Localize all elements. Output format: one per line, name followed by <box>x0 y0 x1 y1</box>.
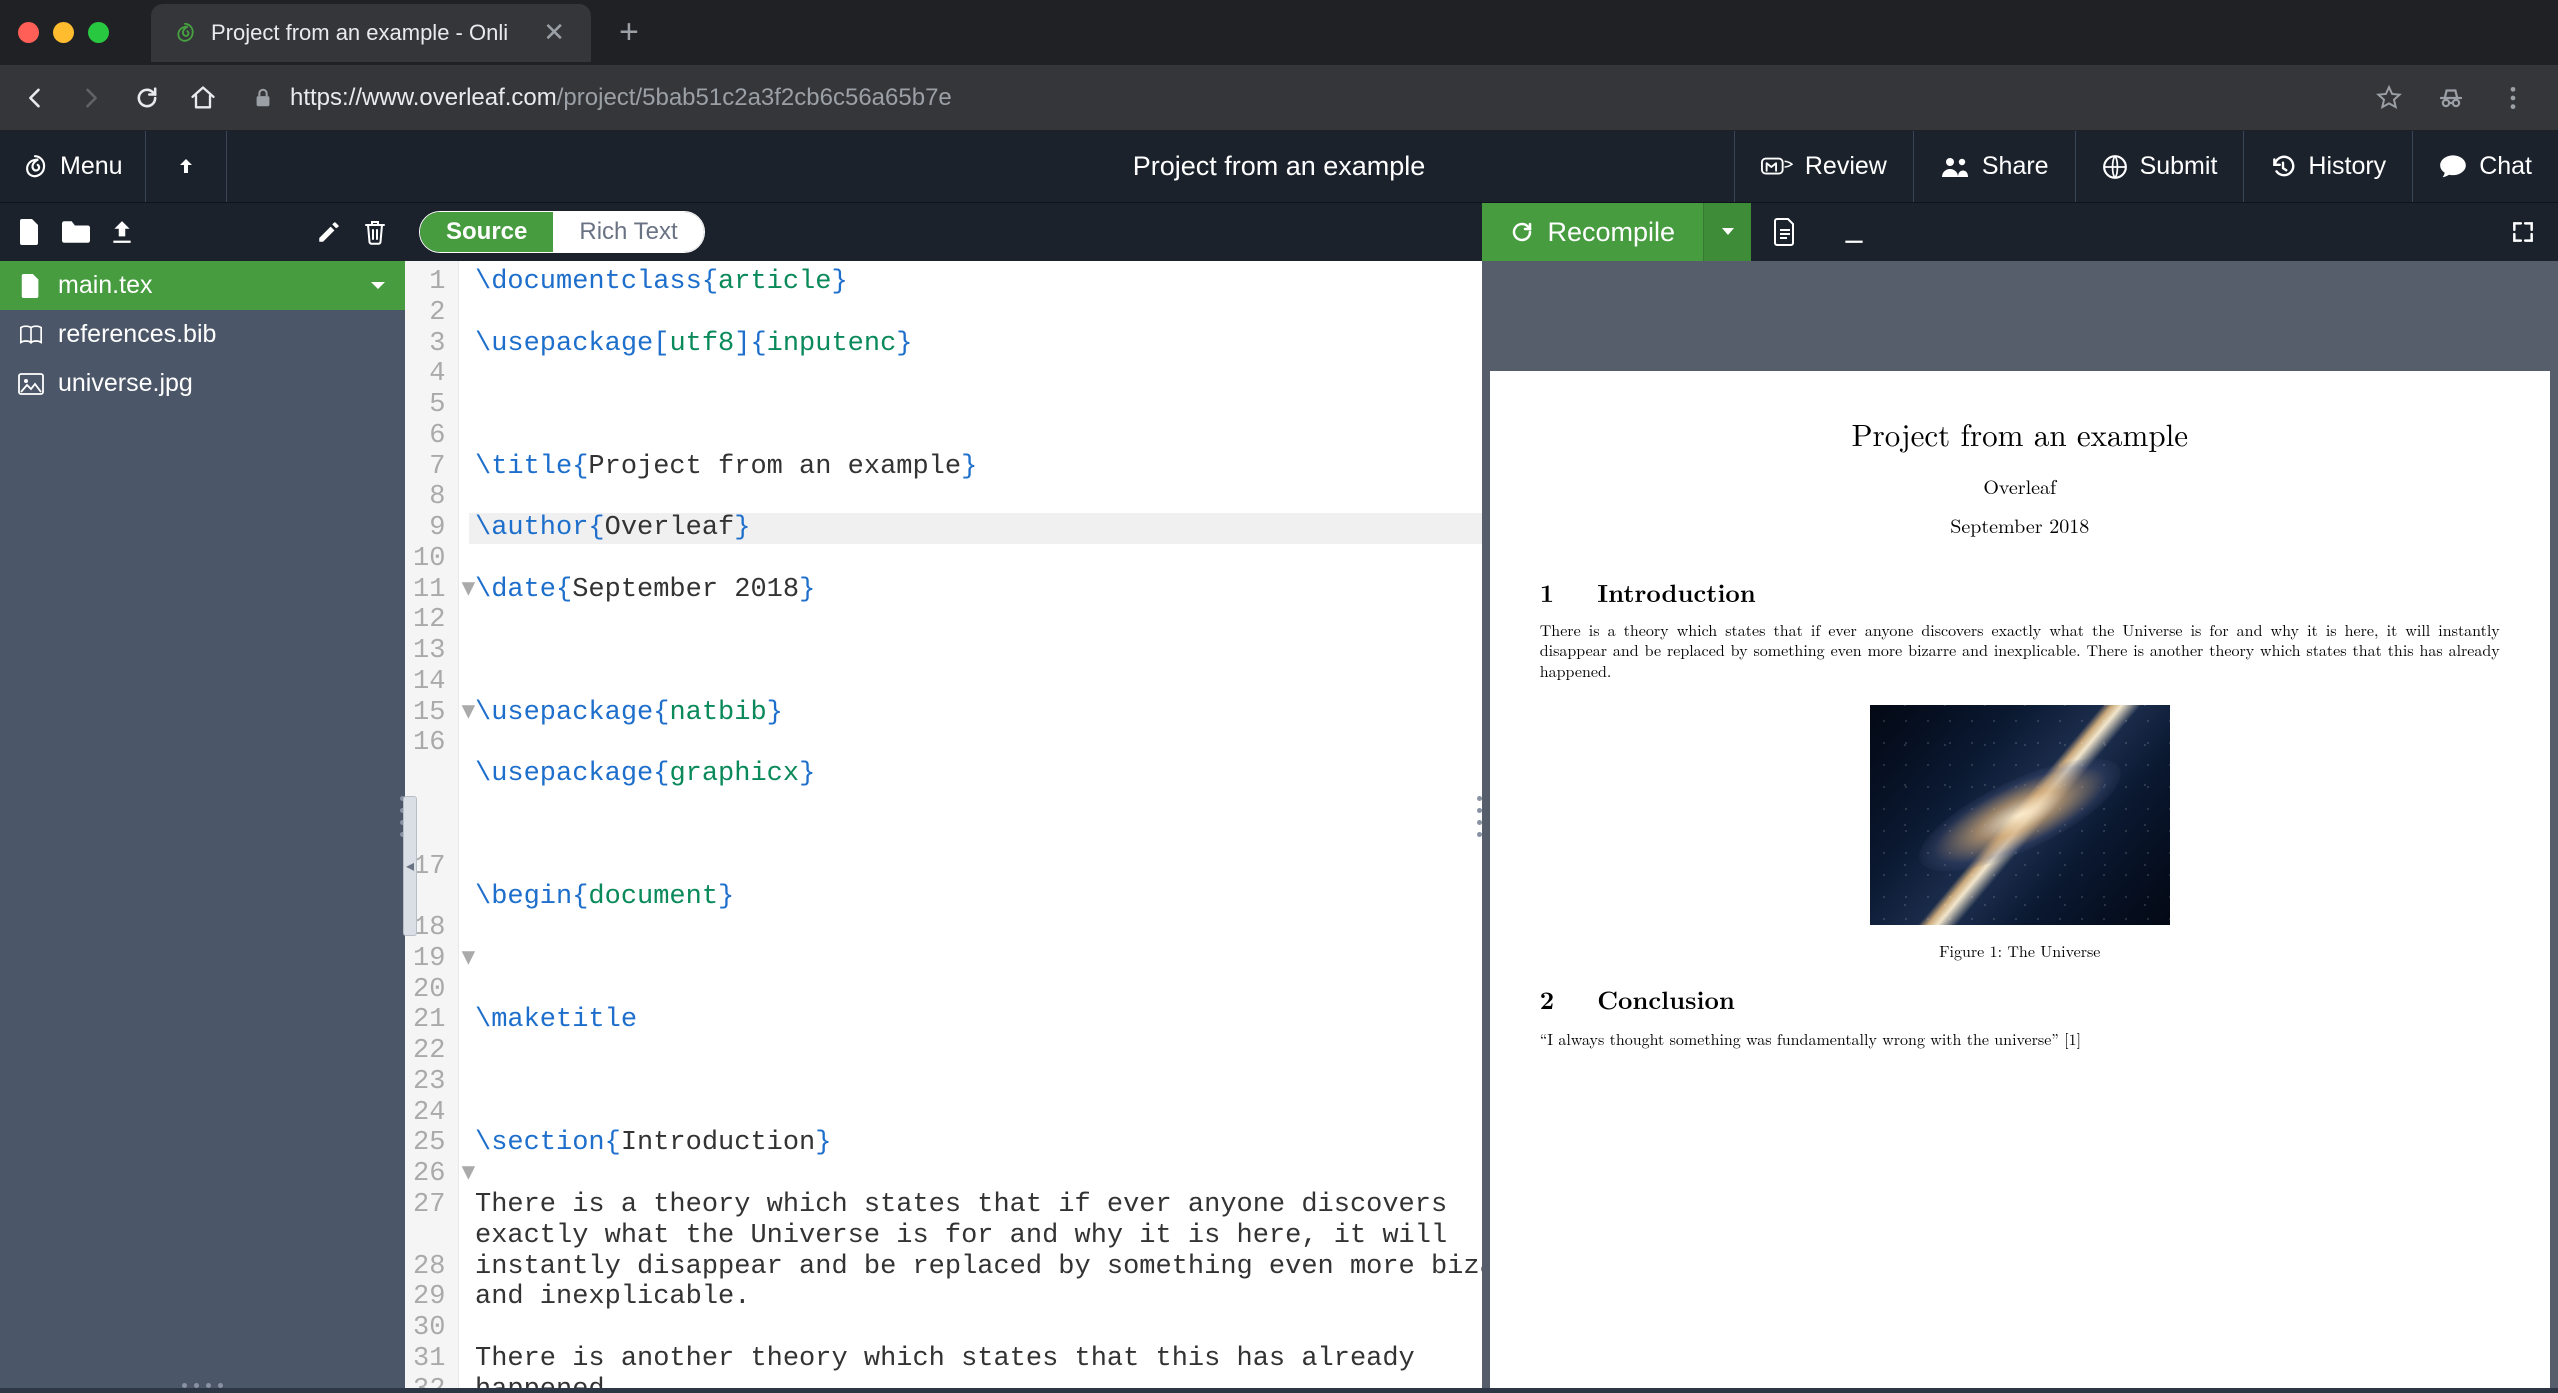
pdf-figure-image <box>1870 705 2170 925</box>
url-text: https://www.overleaf.com/project/5bab51c… <box>290 84 952 112</box>
nav-forward-button[interactable] <box>74 81 108 115</box>
recompile-button[interactable]: Recompile <box>1482 203 1704 261</box>
submit-icon <box>2102 154 2128 180</box>
view-logs-button[interactable] <box>1751 203 1819 261</box>
file-tree-toolbar <box>0 203 405 261</box>
file-name: references.bib <box>58 320 216 349</box>
new-folder-button[interactable] <box>62 218 90 246</box>
pdf-section-2: 2 Conclusion <box>1540 982 2500 1017</box>
recompile-dropdown[interactable] <box>1703 203 1751 261</box>
pdf-page: Project from an example Overleaf Septemb… <box>1490 371 2550 1388</box>
browser-tab-title: Project from an example - Onli <box>211 20 525 46</box>
image-icon <box>18 371 44 397</box>
menu-label: Menu <box>60 152 123 181</box>
pdf-date: September 2018 <box>1540 510 2500 539</box>
new-tab-button[interactable]: + <box>619 13 639 52</box>
overleaf-logo-icon <box>22 154 48 180</box>
new-file-button[interactable] <box>16 218 44 246</box>
pdf-viewport[interactable]: Project from an example Overleaf Septemb… <box>1482 261 2558 1388</box>
rename-button[interactable] <box>315 218 343 246</box>
tab-close-icon[interactable]: ✕ <box>539 17 569 48</box>
rich-text-tab[interactable]: Rich Text <box>553 212 703 252</box>
incognito-icon[interactable] <box>2436 83 2466 113</box>
pdf-preview-panel: Recompile Project from an example Overle… <box>1482 203 2558 1388</box>
nav-reload-button[interactable] <box>130 81 164 115</box>
browser-menu-icon[interactable] <box>2498 83 2528 113</box>
arrow-up-icon <box>174 155 198 179</box>
file-icon <box>18 273 44 299</box>
upload-file-button[interactable] <box>108 218 136 246</box>
preview-toolbar: Recompile <box>1482 203 2558 261</box>
share-icon <box>1940 155 1970 179</box>
chat-icon <box>2439 154 2467 180</box>
file-tree-item[interactable]: main.tex <box>0 261 405 310</box>
collapse-file-tree-button[interactable]: ◂ <box>403 796 417 936</box>
file-outline-panel <box>0 408 405 1388</box>
pdf-quote: “I always thought something was fundamen… <box>1540 1027 2500 1050</box>
nav-back-button[interactable] <box>18 81 52 115</box>
pdf-author: Overleaf <box>1540 471 2500 500</box>
delete-button[interactable] <box>361 218 389 246</box>
browser-address-bar: https://www.overleaf.com/project/5bab51c… <box>0 65 2558 131</box>
app-header: Menu Project from an example Review Shar… <box>0 131 2558 203</box>
review-label: Review <box>1805 152 1887 181</box>
chevron-down-icon[interactable] <box>369 280 387 292</box>
editor-mode-toggle: Source Rich Text <box>419 211 705 253</box>
pdf-figure: Figure 1: The Universe <box>1540 705 2500 962</box>
download-pdf-button[interactable] <box>1819 203 1889 261</box>
file-tree-item[interactable]: universe.jpg <box>0 359 405 408</box>
review-button[interactable]: Review <box>1734 131 1913 202</box>
browser-tab-strip: Project from an example - Onli ✕ + <box>0 0 2558 65</box>
overleaf-favicon-icon <box>173 21 197 45</box>
pdf-figure-caption: Figure 1: The Universe <box>1939 939 2100 962</box>
editor-toolbar: Source Rich Text <box>405 203 1482 261</box>
submit-button[interactable]: Submit <box>2075 131 2244 202</box>
share-button[interactable]: Share <box>1913 131 2075 202</box>
share-label: Share <box>1982 152 2049 181</box>
history-icon <box>2270 154 2296 180</box>
book-icon <box>18 322 44 348</box>
pdf-title: Project from an example <box>1540 411 2500 455</box>
file-name: main.tex <box>58 271 152 300</box>
project-title[interactable]: Project from an example <box>1133 151 1426 181</box>
recompile-label: Recompile <box>1548 217 1676 248</box>
code-editor[interactable]: 1 2 3 4 5 6 7 8 9 10 11 ▾ 12 13 14 15 ▾ … <box>405 261 1482 1388</box>
menu-button[interactable]: Menu <box>0 131 146 202</box>
window-close-button[interactable] <box>18 22 39 43</box>
fullscreen-button[interactable] <box>2488 203 2558 261</box>
bookmark-star-icon[interactable] <box>2374 83 2404 113</box>
source-tab[interactable]: Source <box>420 212 553 252</box>
file-name: universe.jpg <box>58 369 193 398</box>
lock-icon <box>252 87 274 109</box>
window-controls <box>18 22 109 43</box>
address-input[interactable]: https://www.overleaf.com/project/5bab51c… <box>252 84 2352 112</box>
up-button[interactable] <box>146 131 227 202</box>
file-tree-item[interactable]: references.bib <box>0 310 405 359</box>
window-maximize-button[interactable] <box>88 22 109 43</box>
window-minimize-button[interactable] <box>53 22 74 43</box>
browser-tab[interactable]: Project from an example - Onli ✕ <box>151 4 591 62</box>
nav-home-button[interactable] <box>186 81 220 115</box>
refresh-icon <box>1510 220 1534 244</box>
history-button[interactable]: History <box>2243 131 2412 202</box>
history-label: History <box>2308 152 2386 181</box>
review-icon <box>1761 155 1793 179</box>
panel-resize-handle[interactable] <box>1477 796 1487 838</box>
submit-label: Submit <box>2140 152 2218 181</box>
editor-panel: Source Rich Text 1 2 3 4 5 6 7 8 9 10 11… <box>405 203 1482 1388</box>
panel-resize-handle-horizontal[interactable] <box>182 1383 224 1393</box>
chat-label: Chat <box>2479 152 2532 181</box>
pdf-paragraph: There is a theory which states that if e… <box>1540 620 2500 681</box>
chat-button[interactable]: Chat <box>2412 131 2558 202</box>
pdf-section-1: 1 Introduction <box>1540 575 2500 610</box>
file-tree-panel: main.tex references.bib universe.jpg <box>0 203 405 1388</box>
